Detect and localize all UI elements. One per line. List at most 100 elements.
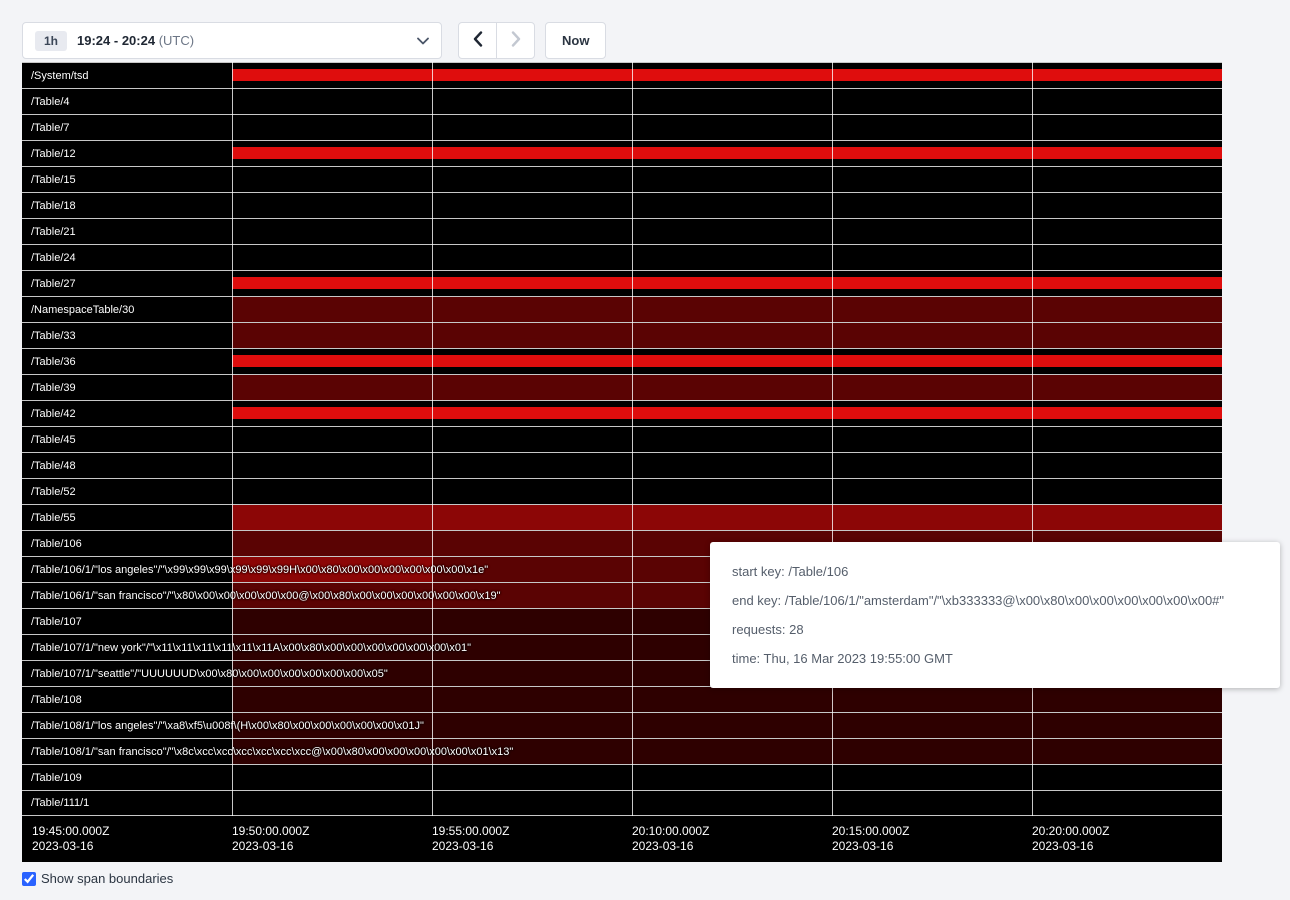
heatmap-cell[interactable]	[232, 115, 432, 140]
heatmap-cell[interactable]	[832, 791, 1032, 815]
heatmap-cell[interactable]	[832, 89, 1032, 114]
heatmap-cell[interactable]	[432, 609, 632, 634]
heatmap-cell[interactable]	[432, 323, 632, 348]
heatmap-cell[interactable]	[832, 63, 1032, 88]
next-range-button[interactable]	[496, 22, 535, 59]
heatmap-cell[interactable]	[832, 453, 1032, 478]
heatmap-cell[interactable]	[632, 349, 832, 374]
heatmap-cell[interactable]	[432, 505, 632, 530]
heatmap-cell[interactable]	[832, 427, 1032, 452]
heatmap-cell[interactable]	[1032, 375, 1222, 400]
heatmap-row[interactable]: /Table/39	[22, 374, 1222, 400]
heatmap-row[interactable]: /Table/108	[22, 686, 1222, 712]
heatmap-cell[interactable]	[232, 271, 432, 296]
heatmap-cell[interactable]	[232, 531, 432, 556]
heatmap-row[interactable]: /Table/48	[22, 452, 1222, 478]
heatmap-cell[interactable]	[632, 375, 832, 400]
heatmap-cell[interactable]	[632, 323, 832, 348]
heatmap-cell[interactable]	[1032, 167, 1222, 192]
heatmap-cell[interactable]	[832, 349, 1032, 374]
heatmap-cell[interactable]	[632, 115, 832, 140]
heatmap-cell[interactable]	[632, 401, 832, 426]
heatmap-row[interactable]: /Table/111/1	[22, 790, 1222, 816]
heatmap-cell[interactable]	[232, 141, 432, 166]
heatmap-cell[interactable]	[232, 505, 432, 530]
heatmap-cell[interactable]	[632, 297, 832, 322]
heatmap-cell[interactable]	[632, 193, 832, 218]
heatmap-cell[interactable]	[232, 687, 432, 712]
heatmap-cell[interactable]	[1032, 505, 1222, 530]
show-span-boundaries-control[interactable]: Show span boundaries	[22, 871, 1268, 886]
heatmap-row[interactable]: /Table/21	[22, 218, 1222, 244]
heatmap-cell[interactable]	[632, 245, 832, 270]
heatmap-row[interactable]: /Table/33	[22, 322, 1222, 348]
heatmap-cell[interactable]	[632, 167, 832, 192]
heatmap-cell[interactable]	[832, 115, 1032, 140]
heatmap-row[interactable]: /Table/24	[22, 244, 1222, 270]
heatmap-row[interactable]: /Table/42	[22, 400, 1222, 426]
prev-range-button[interactable]	[458, 22, 497, 59]
heatmap-row[interactable]: /Table/108/1/"los angeles"/"\xa8\xf5\u00…	[22, 712, 1222, 738]
heatmap-row[interactable]: /Table/55	[22, 504, 1222, 530]
heatmap-cell[interactable]	[1032, 453, 1222, 478]
heatmap-cell[interactable]	[832, 375, 1032, 400]
heatmap-cell[interactable]	[232, 193, 432, 218]
heatmap-cell[interactable]	[632, 219, 832, 244]
heatmap-row[interactable]: /Table/109	[22, 764, 1222, 790]
heatmap-row[interactable]: /System/tsd	[22, 62, 1222, 88]
heatmap-cell[interactable]	[432, 219, 632, 244]
heatmap-cell[interactable]	[632, 427, 832, 452]
heatmap-cell[interactable]	[232, 245, 432, 270]
heatmap-row[interactable]: /Table/18	[22, 192, 1222, 218]
heatmap-cell[interactable]	[432, 791, 632, 815]
heatmap-cell[interactable]	[1032, 713, 1222, 738]
heatmap-cell[interactable]	[1032, 479, 1222, 504]
heatmap-cell[interactable]	[632, 453, 832, 478]
heatmap-cell[interactable]	[232, 323, 432, 348]
heatmap-row[interactable]: /Table/52	[22, 478, 1222, 504]
heatmap-cell[interactable]	[832, 193, 1032, 218]
show-span-boundaries-checkbox[interactable]	[22, 872, 36, 886]
heatmap-cell[interactable]	[632, 739, 832, 764]
heatmap-row[interactable]: /NamespaceTable/30	[22, 296, 1222, 322]
heatmap-cell[interactable]	[232, 89, 432, 114]
heatmap-cell[interactable]	[832, 219, 1032, 244]
heatmap-cell[interactable]	[632, 791, 832, 815]
heatmap-cell[interactable]	[432, 661, 632, 686]
heatmap-cell[interactable]	[1032, 739, 1222, 764]
heatmap-cell[interactable]	[432, 401, 632, 426]
heatmap-cell[interactable]	[232, 791, 432, 815]
heatmap-cell[interactable]	[432, 531, 632, 556]
heatmap-cell[interactable]	[632, 713, 832, 738]
heatmap-row[interactable]: /Table/7	[22, 114, 1222, 140]
heatmap-cell[interactable]	[832, 245, 1032, 270]
heatmap-cell[interactable]	[632, 687, 832, 712]
heatmap-cell[interactable]	[832, 687, 1032, 712]
heatmap-cell[interactable]	[1032, 791, 1222, 815]
heatmap-cell[interactable]	[432, 141, 632, 166]
heatmap-cell[interactable]	[632, 765, 832, 790]
heatmap-cell[interactable]	[232, 479, 432, 504]
heatmap-cell[interactable]	[832, 739, 1032, 764]
heatmap-cell[interactable]	[632, 141, 832, 166]
heatmap-cell[interactable]	[432, 167, 632, 192]
heatmap-cell[interactable]	[1032, 401, 1222, 426]
heatmap-cell[interactable]	[632, 505, 832, 530]
heatmap-cell[interactable]	[832, 167, 1032, 192]
heatmap-cell[interactable]	[1032, 297, 1222, 322]
heatmap-cell[interactable]	[432, 245, 632, 270]
time-range-picker[interactable]: 1h 19:24 - 20:24 (UTC)	[22, 22, 442, 59]
heatmap-cell[interactable]	[432, 375, 632, 400]
heatmap-row[interactable]: /Table/12	[22, 140, 1222, 166]
heatmap-cell[interactable]	[232, 63, 432, 88]
heatmap-cell[interactable]	[232, 765, 432, 790]
heatmap-row[interactable]: /Table/4	[22, 88, 1222, 114]
heatmap-cell[interactable]	[232, 427, 432, 452]
heatmap-cell[interactable]	[832, 713, 1032, 738]
heatmap-cell[interactable]	[1032, 219, 1222, 244]
heatmap-cell[interactable]	[832, 765, 1032, 790]
heatmap-cell[interactable]	[432, 89, 632, 114]
heatmap-cell[interactable]	[432, 63, 632, 88]
heatmap-cell[interactable]	[1032, 245, 1222, 270]
heatmap-cell[interactable]	[432, 193, 632, 218]
